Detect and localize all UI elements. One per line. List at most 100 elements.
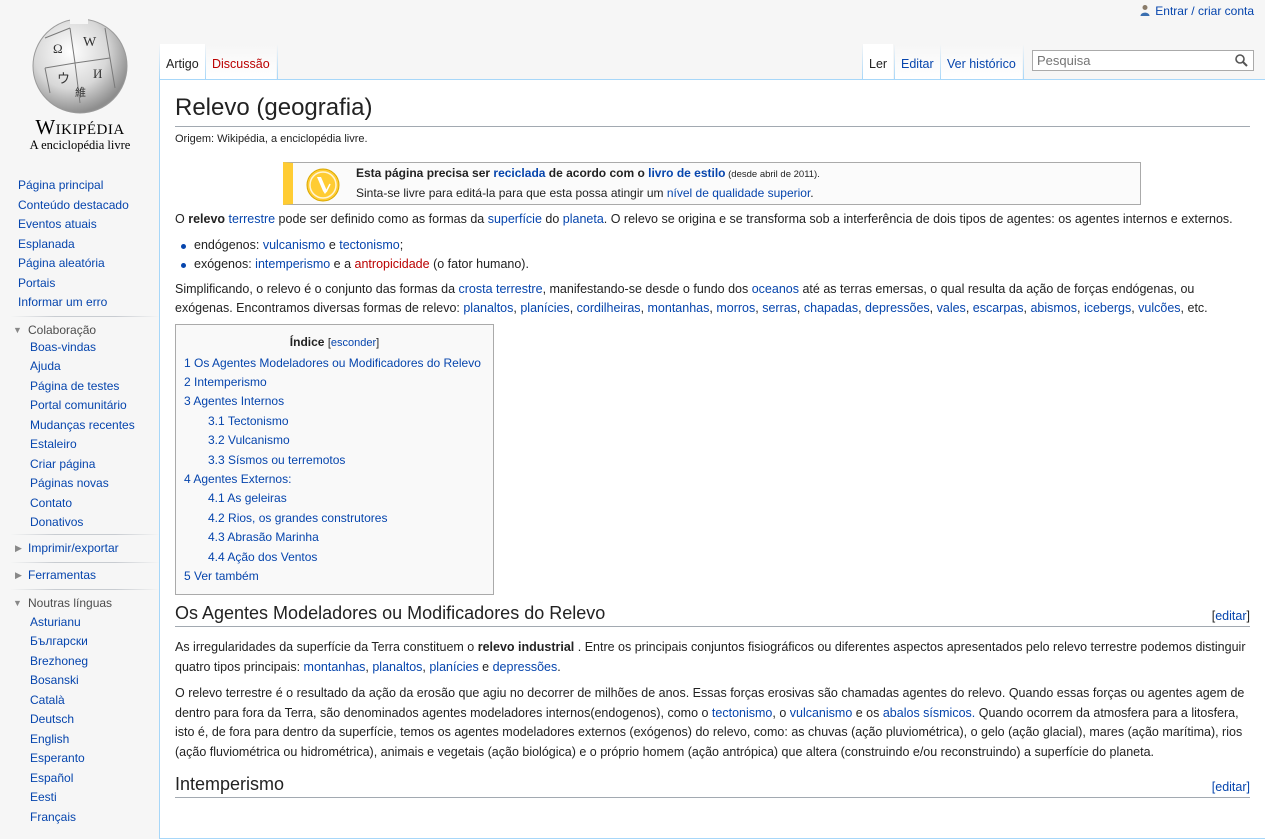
toc-item[interactable]: 4.2 Rios, os grandes construtores (184, 509, 485, 528)
toc-item[interactable]: 3 Agentes Internos (184, 392, 485, 411)
toc-link[interactable]: Ação dos Ventos (227, 550, 317, 564)
link-tectonismo[interactable]: tectonismo (339, 238, 399, 252)
link-cordilheiras[interactable]: cordilheiras (577, 301, 641, 315)
recycle-link[interactable]: reciclada (493, 166, 545, 180)
toc-item[interactable]: 2 Intemperismo (184, 373, 485, 392)
link-crosta[interactable]: crosta terrestre (459, 282, 543, 296)
link-tectonismo[interactable]: tectonismo (712, 706, 772, 720)
lang-et[interactable]: Eesti (30, 790, 57, 804)
toc-item[interactable]: 3.1 Tectonismo (184, 412, 485, 431)
sidebar-item-current-events[interactable]: Eventos atuais (18, 217, 97, 231)
link-planicies[interactable]: planícies (520, 301, 569, 315)
sidebar-item-random[interactable]: Página aleatória (18, 256, 105, 270)
sidebar-item-report-error[interactable]: Informar um erro (18, 295, 107, 309)
style-book-link[interactable]: livro de estilo (648, 166, 725, 180)
edit-section-link[interactable]: [editar] (1212, 780, 1250, 794)
search-icon[interactable] (1235, 54, 1248, 67)
print-section-toggle[interactable]: ▶ Imprimir/exportar (0, 535, 160, 562)
lang-de[interactable]: Deutsch (30, 712, 74, 726)
quality-link[interactable]: nível de qualidade superior (667, 186, 810, 200)
sidebar-item-contact[interactable]: Contato (30, 496, 72, 510)
lang-fr[interactable]: Français (30, 810, 76, 824)
link-depressoes[interactable]: depressões (493, 660, 558, 674)
tab-article[interactable]: Artigo (160, 44, 205, 79)
sidebar-item-main-page[interactable]: Página principal (18, 178, 103, 192)
toc-item[interactable]: 3.3 Sísmos ou terremotos (184, 451, 485, 470)
lang-es[interactable]: Español (30, 771, 73, 785)
sidebar-item-donations[interactable]: Donativos (30, 515, 83, 529)
sidebar-item-new-pages[interactable]: Páginas novas (30, 476, 109, 490)
link-morros[interactable]: morros (716, 301, 755, 315)
toc-link[interactable]: Agentes Externos: (193, 472, 291, 486)
lang-ast[interactable]: Asturianu (30, 615, 81, 629)
link-montanhas[interactable]: montanhas (648, 301, 710, 315)
link-terrestre[interactable]: terrestre (229, 212, 276, 226)
toc-item[interactable]: 1 Os Agentes Modeladores ou Modificadore… (184, 354, 485, 373)
toc-link[interactable]: Intemperismo (194, 375, 267, 389)
link-planaltos[interactable]: planaltos (463, 301, 513, 315)
link-abalos-sismicos[interactable]: abalos sísmicos. (883, 706, 975, 720)
lang-eo[interactable]: Esperanto (30, 751, 85, 765)
toc-item[interactable]: 4.3 Abrasão Marinha (184, 528, 485, 547)
link-vulcoes[interactable]: vulcões (1138, 301, 1180, 315)
link-depressoes[interactable]: depressões (865, 301, 930, 315)
lang-bg[interactable]: Български (30, 634, 88, 648)
toc-item[interactable]: 5 Ver também (184, 567, 485, 586)
login-link[interactable]: Entrar / criar conta (1155, 4, 1254, 18)
toc-item[interactable]: 4.1 As geleiras (184, 489, 485, 508)
link-vulcanismo[interactable]: vulcanismo (263, 238, 326, 252)
lang-br[interactable]: Brezhoneg (30, 654, 88, 668)
lang-en[interactable]: English (30, 732, 69, 746)
link-icebergs[interactable]: icebergs (1084, 301, 1131, 315)
link-planaltos[interactable]: planaltos (372, 660, 422, 674)
toc-link[interactable]: Tectonismo (228, 414, 289, 428)
toc-link[interactable]: Abrasão Marinha (227, 530, 318, 544)
sidebar-item-recent-changes[interactable]: Mudanças recentes (30, 418, 135, 432)
wikipedia-logo[interactable]: Ω W И ウ 維 Wikipédia A enciclopédia livre (0, 0, 160, 160)
link-intemperismo[interactable]: intemperismo (255, 257, 330, 271)
sidebar-item-portals[interactable]: Portais (18, 276, 55, 290)
toc-link[interactable]: Agentes Internos (193, 394, 284, 408)
collab-section-toggle[interactable]: ▼ Colaboração (0, 319, 160, 341)
link-antropicidade[interactable]: antropicidade (355, 257, 430, 271)
toc-item[interactable]: 4 Agentes Externos: (184, 470, 485, 489)
tab-read[interactable]: Ler (863, 44, 894, 79)
link-planicies[interactable]: planícies (429, 660, 478, 674)
sidebar-item-create-page[interactable]: Criar página (30, 457, 95, 471)
toc-link[interactable]: Vulcanismo (228, 433, 290, 447)
link-montanhas[interactable]: montanhas (304, 660, 366, 674)
lang-ca[interactable]: Català (30, 693, 65, 707)
languages-section-toggle[interactable]: ▼ Noutras línguas (0, 590, 160, 616)
sidebar-item-featured[interactable]: Conteúdo destacado (18, 198, 129, 212)
tab-history[interactable]: Ver histórico (941, 44, 1022, 79)
toc-link[interactable]: Sísmos ou terremotos (228, 453, 345, 467)
edit-section-link[interactable]: editar (1215, 609, 1246, 623)
toc-link[interactable]: Ver também (194, 569, 259, 583)
sidebar-item-help[interactable]: Ajuda (30, 359, 61, 373)
toc-hide-link[interactable]: esconder (331, 337, 376, 349)
tools-section-toggle[interactable]: ▶ Ferramentas (0, 562, 160, 589)
link-chapadas[interactable]: chapadas (804, 301, 858, 315)
toc-item[interactable]: 3.2 Vulcanismo (184, 431, 485, 450)
toc-item[interactable]: 4.4 Ação dos Ventos (184, 548, 485, 567)
link-serras[interactable]: serras (762, 301, 797, 315)
tab-talk[interactable]: Discussão (206, 44, 276, 79)
toc-link[interactable]: Os Agentes Modeladores ou Modificadores … (194, 356, 481, 370)
sidebar-item-welcome[interactable]: Boas-vindas (30, 340, 96, 354)
link-oceanos[interactable]: oceanos (752, 282, 799, 296)
link-planeta[interactable]: planeta (563, 212, 604, 226)
toc-link[interactable]: As geleiras (227, 491, 286, 505)
link-vales[interactable]: vales (937, 301, 966, 315)
link-superficie[interactable]: superfície (488, 212, 542, 226)
sidebar-item-community-portal[interactable]: Portal comunitário (30, 398, 127, 412)
link-abismos[interactable]: abismos (1030, 301, 1077, 315)
link-escarpas[interactable]: escarpas (973, 301, 1024, 315)
tab-edit[interactable]: Editar (895, 44, 940, 79)
sidebar-item-village-pump[interactable]: Esplanada (18, 237, 75, 251)
sidebar-item-shipyard[interactable]: Estaleiro (30, 437, 77, 451)
search-input[interactable] (1033, 51, 1227, 70)
lang-bs[interactable]: Bosanski (30, 673, 79, 687)
sidebar-item-sandbox[interactable]: Página de testes (30, 379, 119, 393)
link-vulcanismo[interactable]: vulcanismo (790, 706, 853, 720)
toc-link[interactable]: Rios, os grandes construtores (228, 511, 387, 525)
